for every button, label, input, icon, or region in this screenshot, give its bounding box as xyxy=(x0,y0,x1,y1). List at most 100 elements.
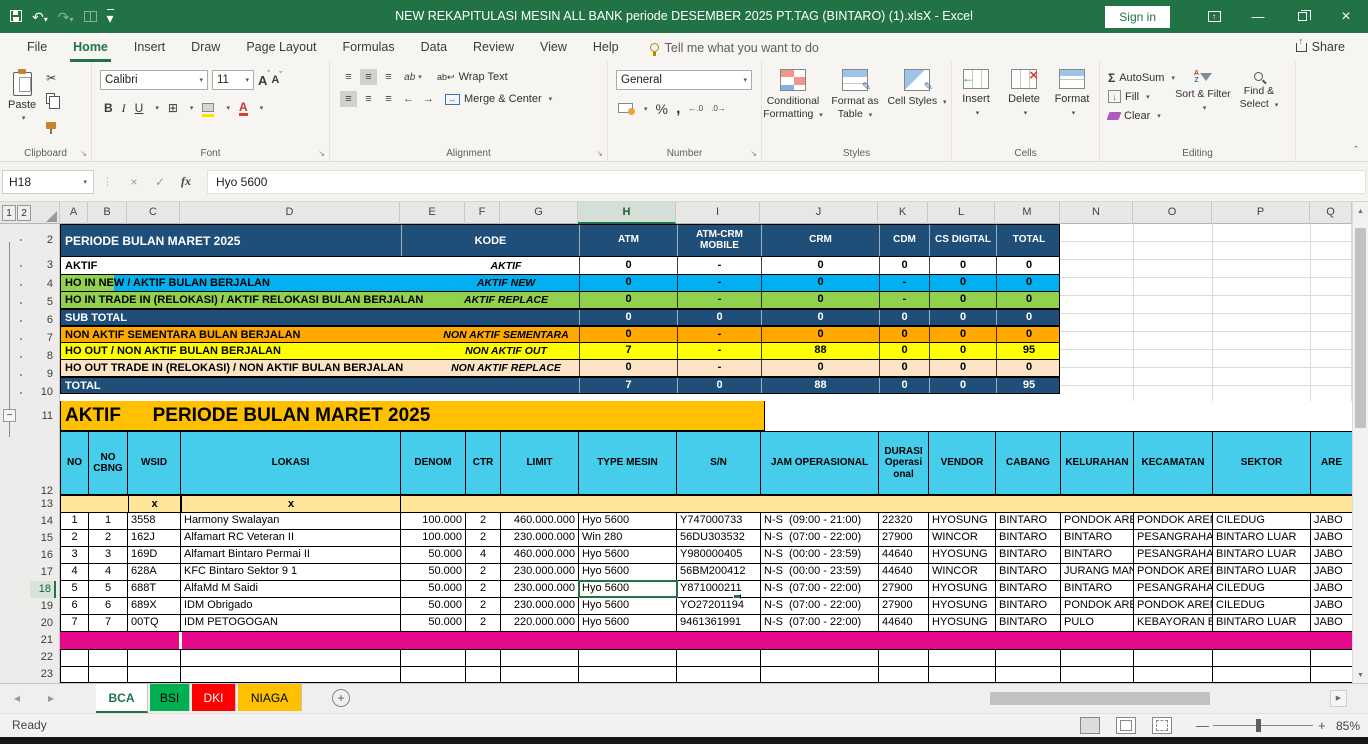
clipboard-dialog-launcher[interactable]: ↘ xyxy=(80,149,87,158)
empty-cell[interactable] xyxy=(466,496,501,512)
increase-indent-icon[interactable]: → xyxy=(420,91,437,107)
scroll-up-icon[interactable]: ▲ xyxy=(1353,208,1368,215)
format-painter-icon[interactable] xyxy=(46,116,56,134)
align-center-icon[interactable]: ≡ xyxy=(360,91,377,107)
delete-cells-button[interactable]: Delete ▾ xyxy=(1000,62,1048,161)
borders-icon[interactable]: ⊞ xyxy=(168,102,178,114)
row-header-18[interactable]: 18 xyxy=(30,581,56,598)
shrink-font-icon[interactable]: Aˇ xyxy=(271,74,279,86)
col-header-G[interactable]: G xyxy=(500,202,578,224)
empty-cell[interactable] xyxy=(1134,496,1213,512)
tab-help[interactable]: Help xyxy=(580,33,632,62)
name-box[interactable]: H18▾ xyxy=(2,170,94,194)
redo-icon[interactable]: ↷▾ xyxy=(58,10,74,24)
tell-me-box[interactable]: Tell me what you want to do xyxy=(650,41,819,55)
hdr-kelurahan[interactable]: KELURAHAN xyxy=(1061,432,1134,494)
page-layout-view-icon[interactable] xyxy=(1116,717,1136,734)
col-header-P[interactable]: P xyxy=(1212,202,1310,224)
row-header-17[interactable]: 17 xyxy=(34,564,56,581)
row-header-20[interactable]: 20 xyxy=(34,615,56,632)
insert-cells-button[interactable]: Insert ▾ xyxy=(952,62,1000,161)
row-header-8[interactable]: 8 xyxy=(34,347,56,365)
page-break-view-icon[interactable] xyxy=(1152,717,1172,734)
sign-in-button[interactable]: Sign in xyxy=(1105,6,1170,28)
row-header-10[interactable]: 10 xyxy=(34,383,56,401)
scroll-down-icon[interactable]: ▼ xyxy=(1353,672,1368,679)
row-header-6[interactable]: 6 xyxy=(34,311,56,329)
select-all-corner[interactable]: 1 2 xyxy=(0,202,60,224)
summary-row-aktif[interactable]: AKTIF AKTIF 0 - 0 0 0 0 xyxy=(61,256,1059,274)
row-header-14[interactable]: 14 xyxy=(34,513,56,530)
percent-style-icon[interactable]: % xyxy=(656,102,668,116)
font-size-select[interactable]: 11▾ xyxy=(212,70,254,90)
filter-lokasi[interactable]: x xyxy=(181,496,401,512)
alignment-dialog-launcher[interactable]: ↘ xyxy=(596,149,603,158)
format-cells-button[interactable]: Format ▾ xyxy=(1048,62,1096,161)
next-sheet-icon[interactable]: ▸ xyxy=(48,691,54,705)
sheet-tab-dki[interactable]: DKI xyxy=(192,684,236,711)
table-row[interactable]: 66 689XIDM Obrigado 50.0002 230.000.000H… xyxy=(60,598,1352,615)
empty-cell[interactable] xyxy=(1213,496,1311,512)
add-sheet-icon[interactable]: + xyxy=(332,689,350,707)
col-header-F[interactable]: F xyxy=(465,202,500,224)
vertical-scrollbar[interactable]: ▲ ▼ xyxy=(1352,202,1368,683)
hdr-vendor[interactable]: VENDOR xyxy=(929,432,996,494)
row-header-23[interactable]: 23 xyxy=(34,666,56,683)
empty-cell[interactable] xyxy=(61,496,89,512)
grow-font-icon[interactable]: Aˆ xyxy=(258,73,267,88)
cancel-icon[interactable]: × xyxy=(121,175,147,189)
empty-cell[interactable] xyxy=(929,496,996,512)
font-color-icon[interactable]: A xyxy=(239,101,248,116)
restore-button[interactable] xyxy=(1280,0,1324,33)
tab-formulas[interactable]: Formulas xyxy=(330,33,408,62)
summary-row-ho-out[interactable]: HO OUT / NON AKTIF BULAN BERJALAN NON AK… xyxy=(61,342,1059,359)
empty-cell[interactable] xyxy=(89,496,128,512)
col-header-B[interactable]: B xyxy=(88,202,127,224)
align-top-icon[interactable]: ≡ xyxy=(340,69,357,85)
row-header-7[interactable]: 7 xyxy=(34,329,56,347)
col-header-H[interactable]: H xyxy=(578,202,676,224)
col-header-N[interactable]: N xyxy=(1060,202,1133,224)
col-header-E[interactable]: E xyxy=(400,202,465,224)
find-select-button[interactable]: Find & Select ▾ xyxy=(1231,68,1287,125)
col-header-A[interactable]: A xyxy=(60,202,88,224)
table-row[interactable]: 77 00TQIDM PETOGOGAN 50.0002 220.000.000… xyxy=(60,615,1352,632)
prev-sheet-icon[interactable]: ◂ xyxy=(14,691,20,705)
row-header-12[interactable]: 12 xyxy=(34,431,56,496)
zoom-slider-thumb[interactable] xyxy=(1256,719,1261,732)
outline-level-1-button[interactable]: 1 xyxy=(2,205,16,221)
autosum-button[interactable]: Σ AutoSum ▾ xyxy=(1108,68,1175,87)
row-header-21[interactable]: 21 xyxy=(34,632,56,649)
hdr-denom[interactable]: DENOM xyxy=(401,432,466,494)
row-header-22[interactable]: 22 xyxy=(34,649,56,666)
undo-icon[interactable]: ↶▾ xyxy=(32,10,48,24)
filter-row[interactable]: x x xyxy=(60,496,1352,513)
save-icon[interactable] xyxy=(10,10,22,24)
fill-button[interactable]: ↓ Fill ▾ xyxy=(1108,87,1175,106)
magenta-separator-row[interactable] xyxy=(60,632,1352,649)
close-button[interactable]: × xyxy=(1324,0,1368,33)
tab-data[interactable]: Data xyxy=(408,33,460,62)
hdr-kecamatan[interactable]: KECAMATAN xyxy=(1134,432,1213,494)
hdr-ctr[interactable]: CTR xyxy=(466,432,501,494)
col-header-C[interactable]: C xyxy=(127,202,180,224)
col-header-M[interactable]: M xyxy=(995,202,1060,224)
hdr-type-mesin[interactable]: TYPE MESIN xyxy=(579,432,677,494)
col-header-O[interactable]: O xyxy=(1133,202,1212,224)
align-left-icon[interactable]: ≡ xyxy=(340,91,357,107)
filter-wsid[interactable]: x xyxy=(128,496,181,512)
ribbon-display-options-icon[interactable]: ↑ xyxy=(1192,0,1236,33)
zoom-level[interactable]: 85% xyxy=(1336,719,1360,733)
vertical-scroll-thumb[interactable] xyxy=(1355,228,1366,428)
empty-cell[interactable] xyxy=(579,496,677,512)
zoom-slider-track[interactable] xyxy=(1213,725,1313,726)
enter-icon[interactable]: ✓ xyxy=(147,175,173,189)
accounting-format-icon[interactable] xyxy=(618,100,633,118)
empty-cell[interactable] xyxy=(1061,496,1134,512)
hdr-wsid[interactable]: WSID xyxy=(128,432,181,494)
table-row[interactable]: 44 628AKFC Bintaro Sektor 9 1 50.0002 23… xyxy=(60,564,1352,581)
row-header-9[interactable]: 9 xyxy=(34,365,56,383)
insert-function-icon[interactable]: fx xyxy=(173,174,199,189)
summary-row-subtotal[interactable]: SUB TOTAL 0 0 0 0 0 0 xyxy=(61,308,1059,325)
row-header-16[interactable]: 16 xyxy=(34,547,56,564)
